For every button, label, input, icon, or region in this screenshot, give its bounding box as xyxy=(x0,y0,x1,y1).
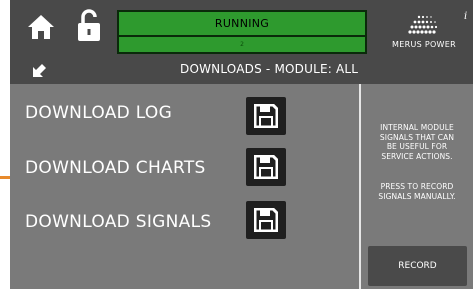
page-title: DOWNLOADS - MODULE: ALL xyxy=(180,62,359,76)
floppy-disk-icon xyxy=(254,104,278,128)
hmi-screen: RUNNING 2 MERUS POWER i DOWNLOADS - MODU… xyxy=(10,0,473,289)
download-log-button[interactable] xyxy=(246,97,286,135)
home-icon[interactable] xyxy=(27,14,55,40)
description-line: SIGNALS THAT CAN xyxy=(379,132,455,142)
logo-text: MERUS POWER xyxy=(392,40,456,49)
record-button[interactable]: RECORD xyxy=(368,246,467,286)
arrow-down-left-icon[interactable] xyxy=(31,63,47,79)
status-state: RUNNING xyxy=(119,12,365,35)
download-charts-button[interactable] xyxy=(246,148,286,186)
accent-line xyxy=(0,176,10,179)
info-icon[interactable]: i xyxy=(464,11,467,22)
status-detail: 2 xyxy=(119,37,365,52)
signals-description: INTERNAL MODULE SIGNALS THAT CAN BE USEF… xyxy=(361,123,473,161)
floppy-disk-icon xyxy=(254,155,278,179)
instruction-line: PRESS TO RECORD xyxy=(380,182,454,191)
merus-power-logo: MERUS POWER xyxy=(382,12,470,49)
logo-globe-icon xyxy=(408,15,438,34)
download-signals-label: DOWNLOAD SIGNALS xyxy=(25,212,212,232)
floppy-disk-icon xyxy=(254,208,278,232)
unlock-icon[interactable] xyxy=(76,8,102,42)
record-instruction: PRESS TO RECORD SIGNALS MANUALLY. xyxy=(361,182,473,201)
instruction-line: SIGNALS MANUALLY. xyxy=(378,191,456,201)
top-bar: RUNNING 2 MERUS POWER i xyxy=(10,0,473,56)
description-line: BE USEFUL FOR xyxy=(386,142,448,151)
download-charts-label: DOWNLOAD CHARTS xyxy=(25,158,206,178)
download-log-label: DOWNLOAD LOG xyxy=(25,103,173,123)
description-line: SERVICE ACTIONS. xyxy=(381,151,453,161)
status-indicator: RUNNING 2 xyxy=(117,10,367,54)
download-signals-button[interactable] xyxy=(246,201,286,239)
description-line: INTERNAL MODULE xyxy=(380,123,454,132)
